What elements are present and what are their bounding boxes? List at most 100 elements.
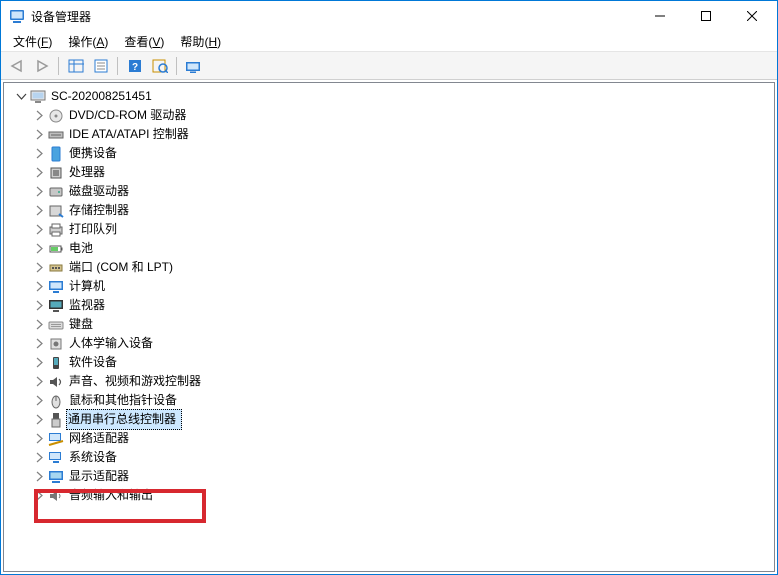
- computer-icon: [30, 89, 46, 105]
- tree-item[interactable]: 键盘: [32, 315, 768, 334]
- tree-item[interactable]: 软件设备: [32, 353, 768, 372]
- close-button[interactable]: [729, 1, 775, 31]
- computer-icon: [48, 279, 64, 295]
- keyboard-icon: [48, 317, 64, 333]
- expand-icon[interactable]: [32, 299, 46, 313]
- show-hide-console-button[interactable]: [64, 55, 87, 77]
- system-icon: [48, 450, 64, 466]
- expand-icon[interactable]: [32, 489, 46, 503]
- expand-icon[interactable]: [32, 223, 46, 237]
- tree-item-label: 网络适配器: [67, 429, 131, 448]
- expand-icon[interactable]: [32, 318, 46, 332]
- tree-item[interactable]: 电池: [32, 239, 768, 258]
- tree-item[interactable]: 磁盘驱动器: [32, 182, 768, 201]
- expand-icon[interactable]: [32, 185, 46, 199]
- tree-item-label: IDE ATA/ATAPI 控制器: [67, 125, 191, 144]
- tree-item[interactable]: 计算机: [32, 277, 768, 296]
- view-devices-button[interactable]: [182, 55, 205, 77]
- expand-icon[interactable]: [32, 261, 46, 275]
- expand-icon[interactable]: [32, 128, 46, 142]
- forward-button[interactable]: [30, 55, 53, 77]
- disk-icon: [48, 184, 64, 200]
- tree-item[interactable]: 打印队列: [32, 220, 768, 239]
- tree-root[interactable]: SC-202008251451: [14, 87, 768, 106]
- expand-icon[interactable]: [32, 413, 46, 427]
- tree-item-label: 电池: [67, 239, 95, 258]
- tree-item[interactable]: 显示适配器: [32, 467, 768, 486]
- tree-item-label: 键盘: [67, 315, 95, 334]
- back-button[interactable]: [5, 55, 28, 77]
- cpu-icon: [48, 165, 64, 181]
- tree-item[interactable]: 声音、视频和游戏控制器: [32, 372, 768, 391]
- battery-icon: [48, 241, 64, 257]
- tree-root-label: SC-202008251451: [49, 87, 154, 106]
- tree-item[interactable]: 鼠标和其他指针设备: [32, 391, 768, 410]
- toolbar: ?: [1, 52, 777, 80]
- tree-item[interactable]: 便携设备: [32, 144, 768, 163]
- tree-item-label: 处理器: [67, 163, 107, 182]
- svg-text:?: ?: [131, 62, 137, 73]
- maximize-button[interactable]: [683, 1, 729, 31]
- tree-item[interactable]: 存储控制器: [32, 201, 768, 220]
- scan-hardware-button[interactable]: [148, 55, 171, 77]
- menu-view[interactable]: 查看(V): [116, 31, 172, 52]
- menu-help[interactable]: 帮助(H): [172, 31, 229, 52]
- expand-icon[interactable]: [32, 394, 46, 408]
- tree-item-label: 人体学输入设备: [67, 334, 155, 353]
- tree-item[interactable]: 处理器: [32, 163, 768, 182]
- tree-item-label: 便携设备: [67, 144, 119, 163]
- properties-button[interactable]: [89, 55, 112, 77]
- expand-icon[interactable]: [32, 470, 46, 484]
- audio-icon: [48, 488, 64, 504]
- tree-item[interactable]: 端口 (COM 和 LPT): [32, 258, 768, 277]
- tree-item[interactable]: IDE ATA/ATAPI 控制器: [32, 125, 768, 144]
- display-icon: [48, 469, 64, 485]
- expand-icon[interactable]: [32, 147, 46, 161]
- tree-item[interactable]: 监视器: [32, 296, 768, 315]
- tree-item-label: DVD/CD-ROM 驱动器: [67, 106, 188, 125]
- expand-icon[interactable]: [32, 166, 46, 180]
- toolbar-separator: [58, 57, 59, 75]
- sound-icon: [48, 374, 64, 390]
- tree-item[interactable]: 网络适配器: [32, 429, 768, 448]
- expand-icon[interactable]: [32, 432, 46, 446]
- tree-item[interactable]: DVD/CD-ROM 驱动器: [32, 106, 768, 125]
- expand-icon[interactable]: [32, 356, 46, 370]
- tree-item-label: 声音、视频和游戏控制器: [67, 372, 203, 391]
- tree-item-label: 打印队列: [67, 220, 119, 239]
- title-bar: 设备管理器: [1, 1, 777, 31]
- tree-item-label: 音频输入和输出: [67, 486, 155, 505]
- expand-icon[interactable]: [32, 204, 46, 218]
- expand-icon[interactable]: [32, 451, 46, 465]
- printer-icon: [48, 222, 64, 238]
- tree-item-label: 通用串行总线控制器: [66, 409, 182, 430]
- port-icon: [48, 260, 64, 276]
- menu-file[interactable]: 文件(F): [5, 31, 60, 52]
- menu-action[interactable]: 操作(A): [60, 31, 116, 52]
- cd-icon: [48, 108, 64, 124]
- expand-icon[interactable]: [32, 109, 46, 123]
- tree-item-label: 系统设备: [67, 448, 119, 467]
- tree-item-label: 端口 (COM 和 LPT): [67, 258, 175, 277]
- tree-item-label: 软件设备: [67, 353, 119, 372]
- expand-icon[interactable]: [32, 280, 46, 294]
- window-title: 设备管理器: [31, 8, 637, 25]
- portable-icon: [48, 146, 64, 162]
- help-button[interactable]: ?: [123, 55, 146, 77]
- tree-item[interactable]: 通用串行总线控制器: [32, 410, 768, 429]
- network-icon: [48, 431, 64, 447]
- collapse-icon[interactable]: [14, 90, 28, 104]
- minimize-button[interactable]: [637, 1, 683, 31]
- menu-bar: 文件(F) 操作(A) 查看(V) 帮助(H): [1, 31, 777, 52]
- expand-icon[interactable]: [32, 242, 46, 256]
- expand-icon[interactable]: [32, 337, 46, 351]
- tree-item[interactable]: 人体学输入设备: [32, 334, 768, 353]
- storage-icon: [48, 203, 64, 219]
- device-tree[interactable]: SC-202008251451 DVD/CD-ROM 驱动器IDE ATA/AT…: [3, 82, 775, 572]
- mouse-icon: [48, 393, 64, 409]
- tree-item-label: 显示适配器: [67, 467, 131, 486]
- tree-item[interactable]: 音频输入和输出: [32, 486, 768, 505]
- tree-item-label: 磁盘驱动器: [67, 182, 131, 201]
- tree-item[interactable]: 系统设备: [32, 448, 768, 467]
- expand-icon[interactable]: [32, 375, 46, 389]
